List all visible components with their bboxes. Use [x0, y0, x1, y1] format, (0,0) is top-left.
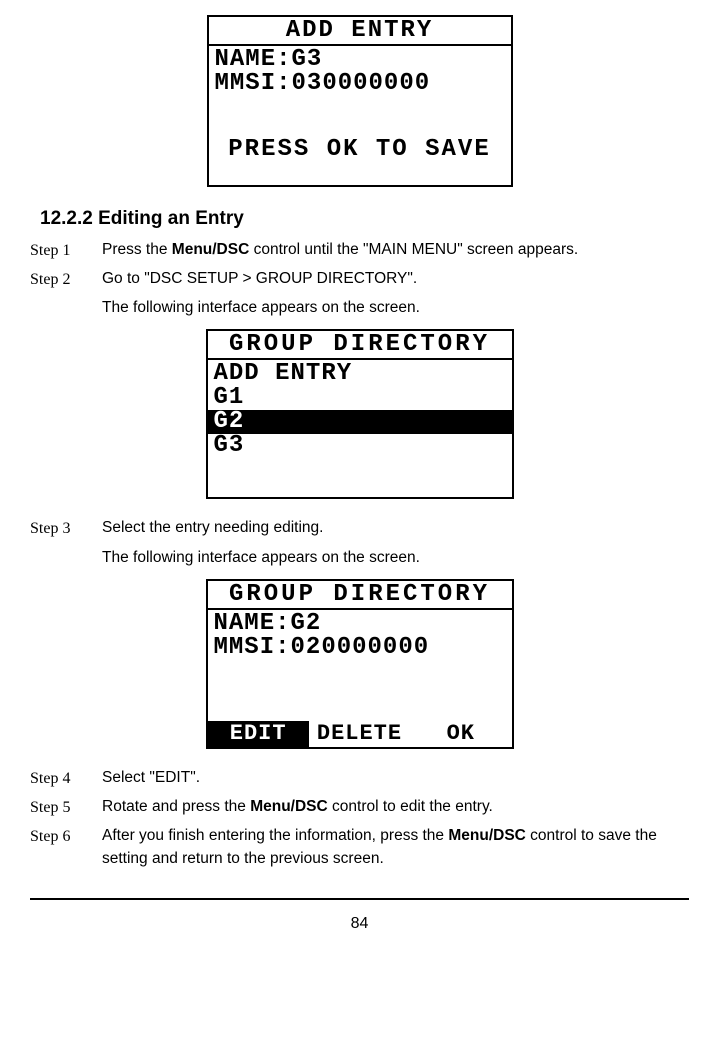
lcd-name-row: NAME: G2	[208, 612, 512, 636]
lcd-title: GROUP DIRECTORY	[208, 331, 512, 357]
step-text-pre: After you finish entering the informatio…	[102, 827, 448, 844]
step-label: Step 1	[30, 239, 102, 262]
lcd-list-item: G3	[208, 434, 512, 458]
lcd-name-row: NAME: G3	[209, 48, 511, 72]
steps-list: Step 4 Select "EDIT". Step 5 Rotate and …	[30, 767, 689, 870]
step-2: Step 2 Go to "DSC SETUP > GROUP DIRECTOR…	[30, 268, 689, 291]
lcd-mmsi-value: 020000000	[291, 636, 430, 660]
lcd-list-item-selected: G2	[208, 410, 512, 434]
steps-list: Step 3 Select the entry needing editing.…	[30, 517, 689, 569]
section-heading: 12.2.2 Editing an Entry	[40, 205, 689, 233]
lcd-list-item: ADD ENTRY	[208, 362, 512, 386]
step-body: Rotate and press the Menu/DSC control to…	[102, 796, 689, 818]
step-3-follow: The following interface appears on the s…	[102, 547, 689, 569]
step-3: Step 3 Select the entry needing editing.	[30, 517, 689, 540]
lcd-mmsi-label: MMSI:	[214, 636, 291, 660]
steps-list: Step 1 Press the Menu/DSC control until …	[30, 239, 689, 320]
lcd-mmsi-row: MMSI: 030000000	[209, 72, 511, 96]
manual-page: ADD ENTRY NAME: G3 MMSI: 030000000 PRESS…	[0, 0, 719, 946]
step-label: Step 3	[30, 517, 102, 540]
lcd-tab-delete: DELETE	[309, 721, 410, 747]
step-label: Step 4	[30, 767, 102, 790]
lcd-spacer	[209, 96, 511, 136]
lcd-name-value: G3	[292, 48, 323, 72]
lcd-tab-edit: EDIT	[208, 721, 309, 747]
step-1: Step 1 Press the Menu/DSC control until …	[30, 239, 689, 262]
step-body: Press the Menu/DSC control until the "MA…	[102, 239, 689, 261]
page-number: 84	[351, 915, 369, 932]
step-6: Step 6 After you finish entering the inf…	[30, 825, 689, 870]
step-body: After you finish entering the informatio…	[102, 825, 689, 870]
step-text-pre: Press the	[102, 241, 172, 258]
lcd-footer: PRESS OK TO SAVE	[209, 136, 511, 164]
step-text-post: control to edit the entry.	[328, 798, 493, 815]
lcd-list-item: G1	[208, 386, 512, 410]
lcd-mmsi-row: MMSI: 020000000	[208, 636, 512, 660]
lcd-group-directory-detail: GROUP DIRECTORY NAME: G2 MMSI: 020000000…	[206, 579, 514, 749]
lcd-title: GROUP DIRECTORY	[208, 581, 512, 607]
lcd-name-value: G2	[291, 612, 322, 636]
step-body: Go to "DSC SETUP > GROUP DIRECTORY".	[102, 268, 689, 290]
step-label: Step 6	[30, 825, 102, 848]
section-title: Editing an Entry	[98, 208, 244, 229]
step-text-post: control until the "MAIN MENU" screen app…	[249, 241, 578, 258]
lcd-name-label: NAME:	[215, 48, 292, 72]
step-label: Step 5	[30, 796, 102, 819]
lcd-group-directory-list: GROUP DIRECTORY ADD ENTRY G1 G2 G3	[206, 329, 514, 499]
step-body: Select "EDIT".	[102, 767, 689, 789]
step-text-bold: Menu/DSC	[448, 827, 526, 844]
step-5: Step 5 Rotate and press the Menu/DSC con…	[30, 796, 689, 819]
lcd-tab-ok: OK	[410, 721, 511, 747]
lcd-name-label: NAME:	[214, 612, 291, 636]
step-body: Select the entry needing editing.	[102, 517, 689, 539]
step-text-bold: Menu/DSC	[250, 798, 328, 815]
section-number: 12.2.2	[40, 208, 93, 229]
lcd-mmsi-value: 030000000	[292, 72, 431, 96]
step-2-follow: The following interface appears on the s…	[102, 297, 689, 319]
lcd-title: ADD ENTRY	[209, 17, 511, 43]
step-text-pre: Rotate and press the	[102, 798, 250, 815]
lcd-mmsi-label: MMSI:	[215, 72, 292, 96]
lcd-add-entry: ADD ENTRY NAME: G3 MMSI: 030000000 PRESS…	[207, 15, 513, 187]
step-label: Step 2	[30, 268, 102, 291]
lcd-bottom-tabs: EDIT DELETE OK	[208, 721, 512, 747]
step-4: Step 4 Select "EDIT".	[30, 767, 689, 790]
step-text-bold: Menu/DSC	[172, 241, 250, 258]
page-footer: 84	[30, 898, 689, 935]
